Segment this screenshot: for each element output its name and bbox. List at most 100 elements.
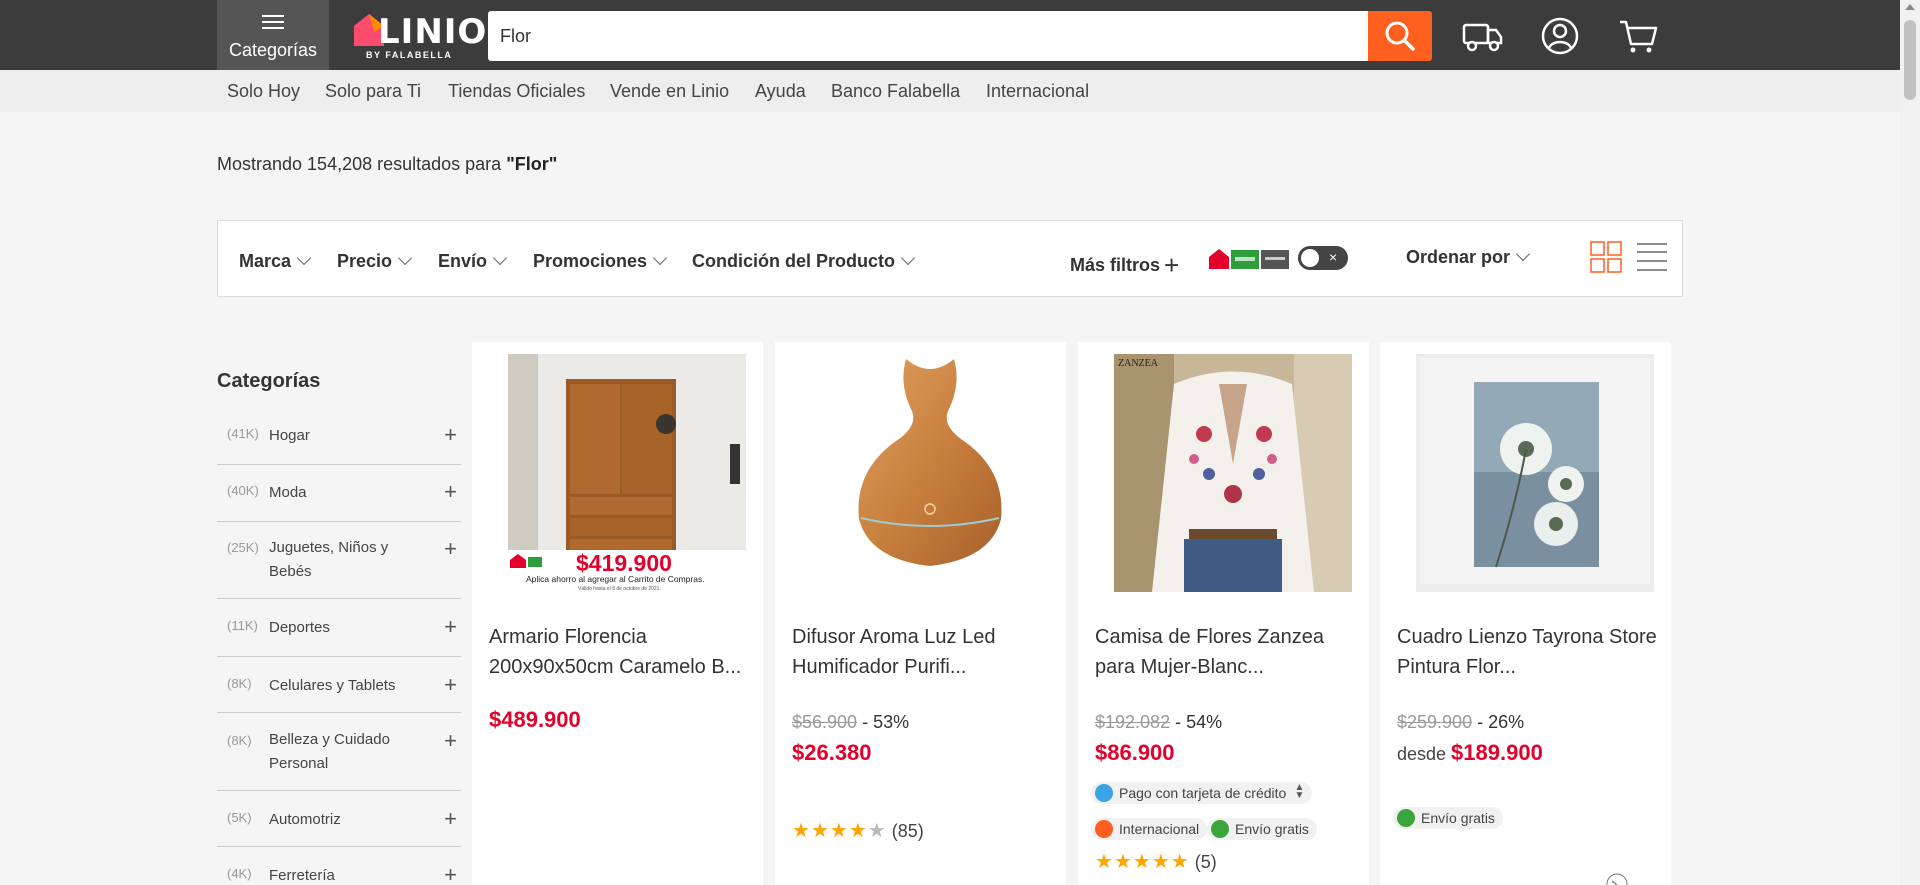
blouse-photo: ZANZEA <box>1114 354 1352 592</box>
delivery-truck-icon[interactable] <box>1460 14 1504 58</box>
expand-plus-icon[interactable]: + <box>444 536 457 562</box>
product-title[interactable]: Armario Florencia 200x90x50cm Caramelo B… <box>489 622 754 682</box>
product-image-diffuser[interactable] <box>811 354 1049 592</box>
credit-card-payment-tag[interactable]: Pago con tarjeta de crédito ▲ ▼ <box>1091 782 1313 804</box>
filter-promociones[interactable]: Promociones <box>533 250 668 272</box>
credit-card-icon <box>1095 784 1113 802</box>
product-title[interactable]: Cuadro Lienzo Tayrona Store Pintura Flor… <box>1397 622 1662 682</box>
user-account-icon[interactable] <box>1538 14 1582 58</box>
star-filled-icon: ★ <box>829 820 849 842</box>
shopping-cart-icon[interactable] <box>1616 14 1660 58</box>
product-old-price-row: $259.900 - 26% <box>1397 712 1524 733</box>
product-title[interactable]: Camisa de Flores Zanzea para Mujer-Blanc… <box>1095 622 1360 682</box>
product-review-count: (85) <box>891 821 924 841</box>
product-rating: ★★★★★ (5) <box>1095 849 1217 874</box>
sidebar-item-count: (40K) <box>227 483 259 498</box>
expand-plus-icon[interactable]: + <box>444 672 457 698</box>
sidebar-item-ferreteria[interactable]: (4K) Ferretería + <box>217 847 461 885</box>
sidebar-item-label: Deportes <box>269 619 330 636</box>
scroll-up-arrow-icon[interactable] <box>1905 4 1915 10</box>
chevron-down-icon <box>296 250 312 266</box>
image-promo-note: Aplica ahorro al agregar al Carrito de C… <box>526 574 705 584</box>
product-discount: - 53% <box>857 712 910 732</box>
sidebar-item-automotriz[interactable]: (5K) Automotriz + <box>217 791 461 847</box>
product-price-row: desde $189.900 <box>1397 740 1543 766</box>
expand-plus-icon[interactable]: + <box>444 728 457 754</box>
expand-plus-icon[interactable]: + <box>444 422 457 448</box>
sort-label: Ordenar por <box>1406 247 1511 267</box>
expand-plus-icon[interactable]: + <box>444 479 457 505</box>
sidebar-item-deportes[interactable]: (11K) Deportes + <box>217 599 461 657</box>
sidebar-item-moda[interactable]: (40K) Moda + <box>217 465 461 522</box>
nav-solo-hoy[interactable]: Solo Hoy <box>227 81 300 102</box>
toggle-knob <box>1301 249 1319 267</box>
filter-precio[interactable]: Precio <box>337 250 413 272</box>
categories-menu-label: Categorías <box>228 40 318 60</box>
nav-vende-en-linio[interactable]: Vende en Linio <box>610 81 729 102</box>
list-view-icon[interactable] <box>1636 241 1668 273</box>
product-price: $26.380 <box>792 740 872 765</box>
sidebar-item-belleza[interactable]: (8K) Belleza y Cuidado Personal + <box>217 713 461 791</box>
sidebar-item-count: (11K) <box>227 618 258 633</box>
sidebar-item-hogar[interactable]: (41K) Hogar + <box>217 420 461 465</box>
product-card[interactable]: Cuadro Lienzo Tayrona Store Pintura Flor… <box>1380 342 1671 885</box>
star-filled-icon: ★ <box>1132 851 1152 873</box>
expand-plus-icon[interactable]: + <box>444 862 457 885</box>
price-prefix-desde: desde <box>1397 744 1452 764</box>
more-filters-button[interactable]: Más filtros + <box>1070 247 1180 280</box>
cmr-payment-badges-icon <box>1209 249 1289 269</box>
nav-solo-para-ti[interactable]: Solo para Ti <box>325 81 421 102</box>
free-shipping-icon <box>1397 809 1415 827</box>
chevron-down-icon <box>397 250 413 266</box>
canvas-print-photo <box>1416 354 1654 592</box>
product-price: $489.900 <box>489 707 581 732</box>
star-filled-icon: ★ <box>1113 851 1133 873</box>
nav-internacional[interactable]: Internacional <box>986 81 1089 102</box>
star-filled-icon: ★ <box>1170 851 1190 873</box>
product-old-price: $56.900 <box>792 712 858 732</box>
product-image-canvas[interactable] <box>1416 354 1654 592</box>
filter-marca[interactable]: Marca <box>239 250 312 272</box>
expand-plus-icon[interactable]: + <box>444 806 457 832</box>
linio-logo[interactable]: LINIO BY FALABELLA <box>352 10 486 62</box>
diffuser-photo <box>811 354 1049 592</box>
categories-menu-button[interactable]: Categorías <box>217 0 329 70</box>
star-filled-icon: ★ <box>810 820 830 842</box>
toggle-off-icon: × <box>1329 249 1338 265</box>
nav-tiendas-oficiales[interactable]: Tiendas Oficiales <box>448 81 585 102</box>
product-discount: - 54% <box>1170 712 1223 732</box>
filter-condicion[interactable]: Condición del Producto <box>692 250 916 272</box>
sidebar-item-celulares[interactable]: (8K) Celulares y Tablets + <box>217 657 461 713</box>
search-button[interactable] <box>1368 11 1432 61</box>
star-filled-icon: ★ <box>1095 851 1114 873</box>
filter-marca-label: Marca <box>239 251 292 271</box>
product-card[interactable]: Difusor Aroma Luz Led Humificador Purifi… <box>775 342 1066 885</box>
search-box <box>488 11 1368 61</box>
chevron-down-icon[interactable] <box>1606 873 1628 885</box>
page-scrollbar[interactable] <box>1900 0 1920 885</box>
brand-watermark: ZANZEA <box>1118 358 1159 369</box>
sidebar-item-count: (25K) <box>227 540 259 555</box>
filter-precio-label: Precio <box>337 251 393 271</box>
free-shipping-tag: Envío gratis <box>1207 818 1317 840</box>
nav-ayuda[interactable]: Ayuda <box>755 81 806 102</box>
product-card[interactable]: $419.900 Aplica ahorro al agregar al Car… <box>472 342 763 885</box>
product-image-wardrobe[interactable]: $419.900 Aplica ahorro al agregar al Car… <box>508 354 746 592</box>
sidebar-item-juguetes[interactable]: (25K) Juguetes, Niños y Bebés + <box>217 522 461 599</box>
image-promo-price: $419.900 <box>576 550 672 576</box>
expand-plus-icon[interactable]: + <box>444 614 457 640</box>
scrollbar-thumb[interactable] <box>1904 20 1916 100</box>
nav-banco-falabella[interactable]: Banco Falabella <box>831 81 960 102</box>
sort-dropdown[interactable]: Ordenar por <box>1406 246 1531 268</box>
cmr-price-toggle[interactable]: × <box>1298 246 1348 270</box>
search-input[interactable] <box>488 11 1368 61</box>
product-card[interactable]: ZANZEA Camisa de Flores Zanzea para Muje… <box>1078 342 1369 885</box>
product-image-blouse[interactable]: ZANZEA <box>1114 354 1352 592</box>
results-summary: Mostrando 154,208 resultados para "Flor" <box>217 154 557 175</box>
plus-icon: + <box>1164 250 1180 280</box>
filter-envio[interactable]: Envío <box>438 250 508 272</box>
grid-view-icon[interactable] <box>1590 241 1622 273</box>
product-title[interactable]: Difusor Aroma Luz Led Humificador Purifi… <box>792 622 1057 682</box>
product-old-price: $192.082 <box>1095 712 1171 732</box>
product-old-price-row: $56.900 - 53% <box>792 712 909 733</box>
